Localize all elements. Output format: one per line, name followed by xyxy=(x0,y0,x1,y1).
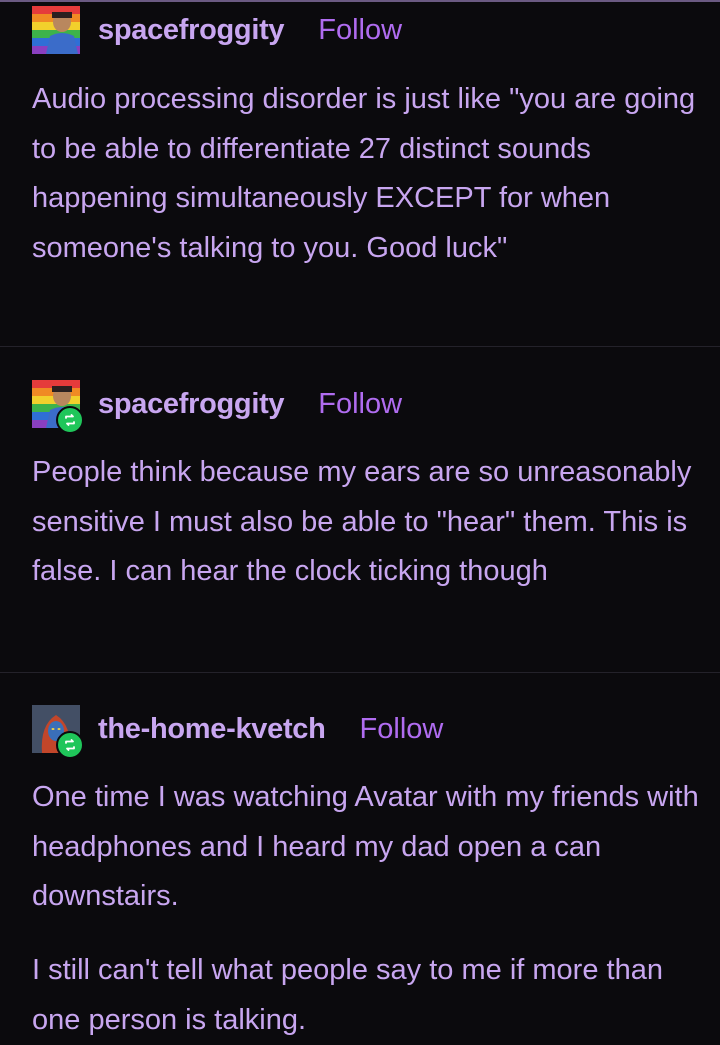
post-header: spacefroggity Follow xyxy=(32,380,402,434)
post-divider xyxy=(0,346,720,347)
character-avatar-icon[interactable] xyxy=(32,705,84,759)
follow-button[interactable]: Follow xyxy=(318,15,402,45)
reblog-icon xyxy=(56,406,84,434)
reblog-icon xyxy=(56,731,84,759)
username[interactable]: the-home-kvetch xyxy=(98,714,326,744)
pride-flag-avatar-icon[interactable] xyxy=(32,380,84,434)
post-text: People think because my ears are so unre… xyxy=(32,456,692,587)
follow-button[interactable]: Follow xyxy=(318,389,402,419)
pride-flag-avatar-icon[interactable] xyxy=(32,6,80,54)
top-border xyxy=(0,0,720,2)
username[interactable]: spacefroggity xyxy=(98,15,285,45)
post-header: spacefroggity Follow xyxy=(32,6,402,54)
post-header: the-home-kvetch Follow xyxy=(32,705,444,759)
post-text: I still can't tell what people say to me… xyxy=(32,954,663,1036)
follow-button[interactable]: Follow xyxy=(360,714,444,744)
post-text: Audio processing disorder is just like "… xyxy=(32,83,696,264)
post-text: One time I was watching Avatar with my f… xyxy=(32,781,699,912)
post-divider xyxy=(0,672,720,673)
username[interactable]: spacefroggity xyxy=(98,389,285,419)
